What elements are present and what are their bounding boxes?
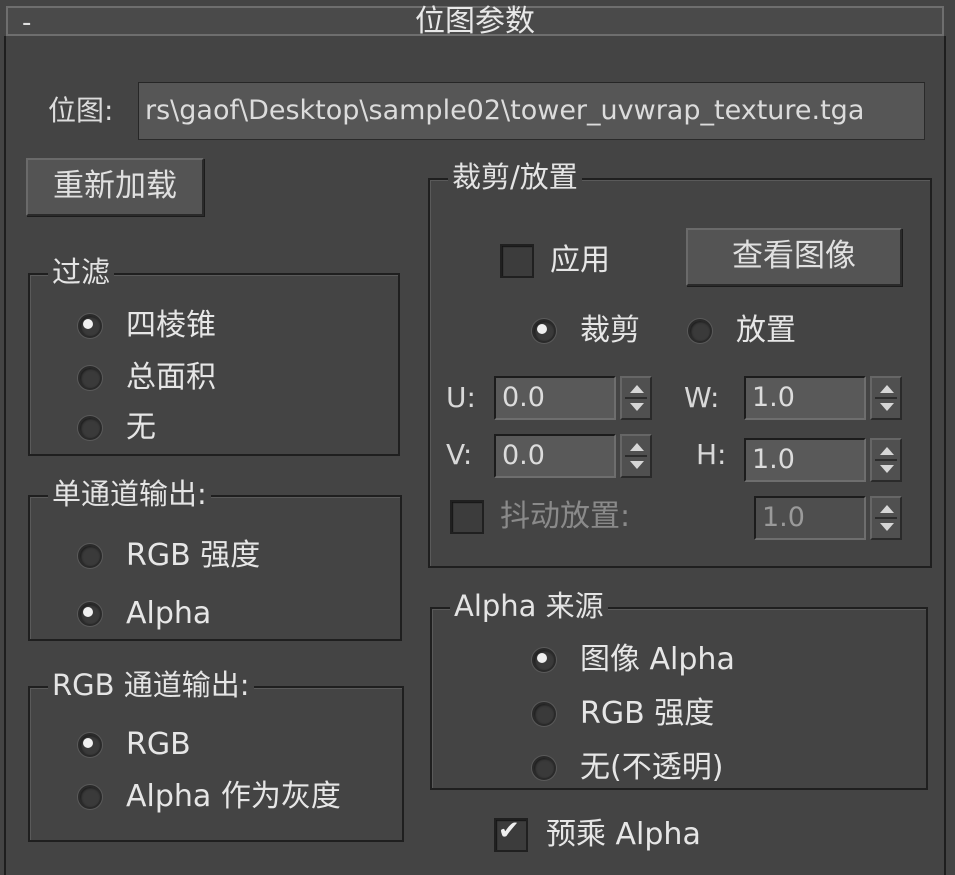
filter-option-summed-area[interactable]: 总面积 [78, 361, 216, 395]
alpha-option-rgb-intensity[interactable]: RGB 强度 [532, 697, 714, 731]
filter-option-none[interactable]: 无 [78, 411, 156, 445]
spinner-down-icon[interactable] [880, 403, 894, 411]
mono-option-alpha[interactable]: Alpha [78, 597, 211, 631]
radio-icon[interactable] [78, 314, 102, 338]
filter-option-label: 四棱锥 [126, 308, 216, 343]
mono-option-rgb-intensity[interactable]: RGB 强度 [78, 539, 260, 573]
view-image-button[interactable]: 查看图像 [686, 228, 902, 286]
mode-option-place[interactable]: 放置 [688, 314, 796, 348]
mono-option-label: Alpha [126, 596, 212, 631]
spinner-down-icon[interactable] [880, 523, 894, 531]
radio-icon[interactable] [78, 544, 102, 568]
jitter-value-field[interactable]: 1.0 [754, 496, 866, 540]
h-label: H: [696, 438, 727, 471]
v-label: V: [446, 438, 473, 471]
v-value-field[interactable]: 0.0 [494, 434, 616, 478]
filtering-group: 过滤 四棱锥 总面积 无 [28, 255, 400, 456]
bitmap-label: 位图: [48, 94, 114, 127]
rollout-title: 位图参数 [415, 4, 535, 39]
radio-icon[interactable] [78, 733, 102, 757]
rgb-option-label: RGB [126, 727, 191, 762]
apply-checkbox-row[interactable]: 应用 [500, 244, 610, 278]
radio-icon[interactable] [532, 319, 556, 343]
mode-option-label: 放置 [736, 313, 796, 348]
radio-icon[interactable] [78, 785, 102, 809]
rollout-header[interactable]: - 位图参数 [6, 4, 944, 39]
spinner-down-icon[interactable] [880, 465, 894, 473]
alpha-option-none-opaque[interactable]: 无(不透明) [532, 751, 723, 785]
radio-icon[interactable] [688, 319, 712, 343]
radio-icon[interactable] [532, 756, 556, 780]
mode-option-crop[interactable]: 裁剪 [532, 314, 640, 348]
rgb-output-group: RGB 通道输出: RGB Alpha 作为灰度 [28, 668, 404, 842]
alpha-option-label: RGB 强度 [580, 696, 715, 731]
panel-right-edge [944, 36, 946, 875]
filter-option-pyramidal[interactable]: 四棱锥 [78, 309, 216, 343]
spinner-up-icon[interactable] [880, 385, 894, 393]
spinner-up-icon[interactable] [880, 505, 894, 513]
premultiplied-alpha-checkbox[interactable] [494, 816, 528, 852]
jitter-checkbox[interactable] [450, 500, 484, 534]
crop-place-group: 裁剪/放置 应用 查看图像 裁剪 放置 U: 0.0 W: 1.0 V: 0.0… [428, 160, 932, 568]
radio-icon[interactable] [78, 602, 102, 626]
u-value-field[interactable]: 0.0 [494, 376, 616, 420]
alpha-option-label: 无(不透明) [580, 750, 724, 785]
w-spinner[interactable] [870, 376, 902, 420]
alpha-option-label: 图像 Alpha [580, 642, 735, 677]
radio-icon[interactable] [78, 366, 102, 390]
alpha-source-group: Alpha 来源 图像 Alpha RGB 强度 无(不透明) [430, 589, 928, 790]
spinner-up-icon[interactable] [630, 385, 644, 393]
premultiplied-alpha-label: 预乘 Alpha [546, 817, 701, 852]
h-spinner[interactable] [870, 438, 902, 482]
jitter-spinner[interactable] [870, 496, 902, 540]
rgb-option-label: Alpha 作为灰度 [126, 779, 341, 814]
u-label: U: [446, 381, 476, 414]
w-value-field[interactable]: 1.0 [744, 376, 866, 420]
radio-icon[interactable] [532, 702, 556, 726]
bitmap-path-button[interactable]: rs\gaof\Desktop\sample02\tower_uvwrap_te… [138, 82, 925, 140]
filter-option-label: 无 [126, 410, 156, 445]
spinner-up-icon[interactable] [630, 443, 644, 451]
radio-icon[interactable] [78, 416, 102, 440]
apply-label: 应用 [550, 243, 610, 278]
h-value-field[interactable]: 1.0 [744, 438, 866, 482]
alpha-source-title: Alpha 来源 [450, 589, 608, 623]
w-label: W: [684, 381, 720, 414]
mono-output-group: 单通道输出: RGB 强度 Alpha [28, 477, 402, 641]
panel-left-edge [4, 36, 6, 875]
crop-place-title: 裁剪/放置 [448, 160, 582, 194]
alpha-option-image-alpha[interactable]: 图像 Alpha [532, 643, 735, 677]
spinner-down-icon[interactable] [630, 403, 644, 411]
jitter-label: 抖动放置: [500, 499, 631, 534]
spinner-up-icon[interactable] [880, 447, 894, 455]
radio-icon[interactable] [532, 648, 556, 672]
mono-output-title: 单通道输出: [48, 477, 211, 511]
spinner-down-icon[interactable] [630, 461, 644, 469]
apply-checkbox[interactable] [500, 244, 534, 278]
u-spinner[interactable] [620, 376, 652, 420]
rgb-option-alpha-as-gray[interactable]: Alpha 作为灰度 [78, 780, 341, 814]
reload-button[interactable]: 重新加载 [26, 158, 204, 216]
mode-option-label: 裁剪 [580, 313, 640, 348]
v-spinner[interactable] [620, 434, 652, 478]
premultiplied-alpha-row[interactable]: 预乘 Alpha [494, 816, 701, 852]
mono-option-label: RGB 强度 [126, 538, 261, 573]
filter-option-label: 总面积 [126, 360, 216, 395]
rgb-output-title: RGB 通道输出: [48, 668, 254, 702]
jitter-checkbox-row[interactable]: 抖动放置: [450, 500, 630, 534]
filtering-title: 过滤 [48, 255, 115, 289]
rgb-option-rgb[interactable]: RGB [78, 728, 191, 762]
